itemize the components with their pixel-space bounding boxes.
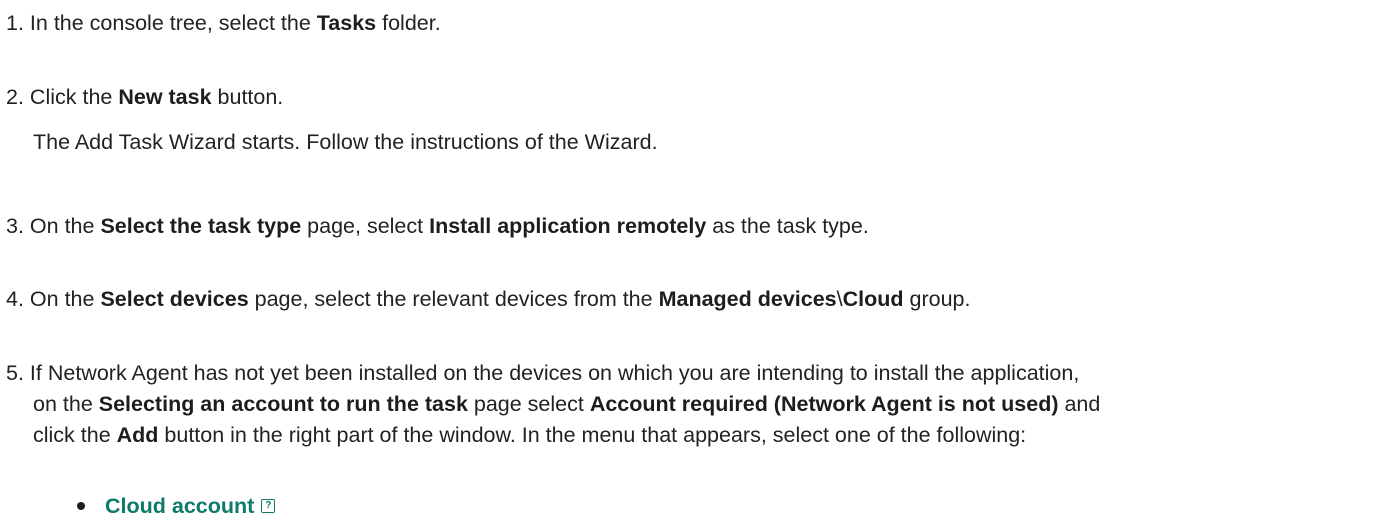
step-4: 4. On the Select devices page, select th… — [6, 281, 970, 317]
ui-term: New task — [118, 85, 212, 109]
step-text: button in the right part of the window. … — [158, 423, 1027, 447]
instruction-document: 1. In the console tree, select the Tasks… — [0, 0, 1387, 526]
ui-term: Selecting an account to run the task — [98, 392, 468, 416]
step-1: 1. In the console tree, select the Tasks… — [6, 5, 441, 41]
ui-term: Select the task type — [100, 214, 302, 238]
step-text: as the task type. — [706, 214, 869, 238]
bullet-item-cloud-account: Cloud account ? — [77, 488, 276, 524]
step-number: 3. — [6, 214, 24, 238]
ui-term: Tasks — [316, 11, 377, 35]
step-text: In the console tree, select the — [29, 11, 317, 35]
ui-term: Account required (Network Agent is not u… — [589, 392, 1059, 416]
ui-term: Add — [116, 423, 159, 447]
step-text: Click the — [29, 85, 119, 109]
step-text: page, select — [301, 214, 430, 238]
step-2: 2. Click the New task button. — [6, 79, 283, 115]
step-2-note: The Add Task Wizard starts. Follow the i… — [33, 124, 658, 160]
step-text: on the — [33, 392, 99, 416]
bullet-dot — [77, 502, 85, 510]
step-number: 5. — [6, 361, 24, 385]
step-number: 1. — [6, 11, 24, 35]
step-3: 3. On the Select the task type page, sel… — [6, 208, 869, 244]
step-number: 4. — [6, 287, 24, 311]
step-text: click the — [33, 423, 117, 447]
ui-term: Select devices — [100, 287, 249, 311]
step-text: On the — [29, 287, 101, 311]
step-text: page select — [467, 392, 590, 416]
step-note-text: The Add Task Wizard starts. Follow the i… — [33, 130, 658, 154]
cloud-account-link[interactable]: Cloud account — [105, 488, 254, 524]
ui-term: Cloud — [842, 287, 904, 311]
ui-term: Managed devices — [658, 287, 837, 311]
step-5-line-3: click the Add button in the right part o… — [33, 417, 1026, 453]
step-text: If Network Agent has not yet been instal… — [29, 361, 1080, 385]
step-text: group. — [903, 287, 971, 311]
step-text: On the — [29, 214, 101, 238]
help-icon[interactable]: ? — [261, 499, 276, 513]
step-text: folder. — [376, 11, 441, 35]
ui-term: Install application remotely — [429, 214, 707, 238]
step-number: 2. — [6, 85, 24, 109]
step-text: page, select the relevant devices from t… — [248, 287, 659, 311]
step-text: button. — [211, 85, 284, 109]
step-text: and — [1058, 392, 1101, 416]
